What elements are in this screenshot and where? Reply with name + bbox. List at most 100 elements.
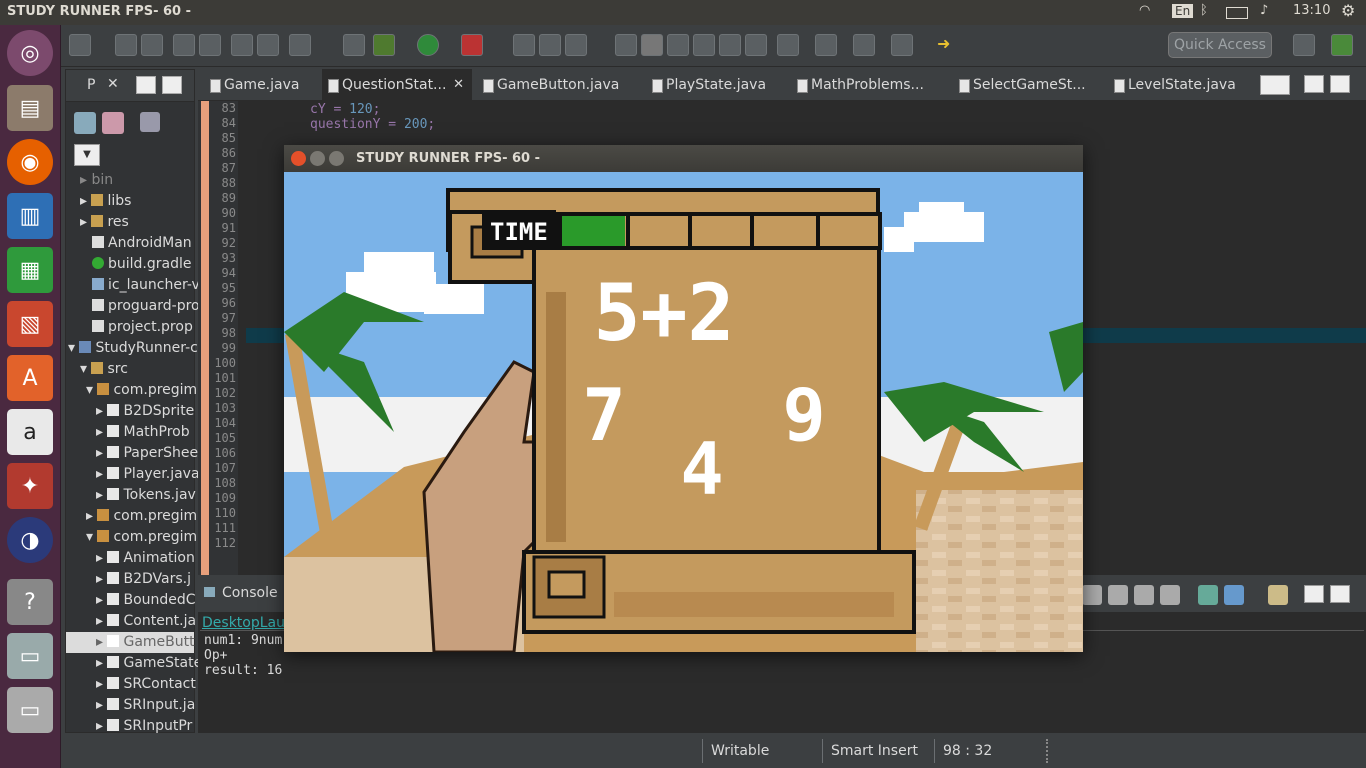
highlight-icon[interactable] — [641, 34, 663, 56]
eclipse-icon[interactable]: ◑ — [7, 517, 53, 563]
open-perspective-icon[interactable] — [1293, 34, 1315, 56]
tree-item[interactable]: ▸ MathProb — [96, 422, 190, 443]
writer-icon[interactable]: ▥ — [7, 193, 53, 239]
debug-icon[interactable] — [373, 34, 395, 56]
next-annotation-icon[interactable] — [777, 34, 799, 56]
game-scene[interactable]: TIME 5+2 7 4 9 — [284, 172, 1083, 652]
help-icon[interactable]: ? — [7, 579, 53, 625]
save-icon[interactable] — [115, 34, 137, 56]
tree-item[interactable]: ▸ com.pregim — [86, 506, 197, 527]
tab-select-game-state[interactable]: SelectGameSt... — [953, 69, 1086, 101]
chevron-down-icon[interactable]: ▼ — [74, 144, 100, 166]
tab-overflow-button[interactable] — [1260, 75, 1290, 95]
package-explorer-tab[interactable]: P — [73, 77, 95, 93]
tree-item[interactable]: ▾ src — [80, 359, 128, 380]
open-type-icon[interactable] — [513, 34, 535, 56]
console-output[interactable]: num1: 9num Op+ result: 16 — [204, 633, 282, 678]
lint-icon[interactable] — [257, 34, 279, 56]
tree-item[interactable]: ▸ B2DSprite — [96, 401, 194, 422]
tree-item[interactable]: project.prop — [92, 317, 193, 338]
gear-icon[interactable]: ⚙ — [1341, 1, 1355, 20]
tab-math-problems[interactable]: MathProblems... — [791, 69, 924, 101]
task-icon[interactable] — [565, 34, 587, 56]
maximize-icon[interactable] — [162, 76, 182, 94]
tree-item[interactable]: ▸ PaperShee — [96, 443, 198, 464]
bluetooth-icon[interactable]: ᛒ — [1200, 3, 1208, 18]
save-all-icon[interactable] — [141, 34, 163, 56]
tree-item[interactable]: proguard-pro — [92, 296, 200, 317]
avd-manager-icon[interactable] — [231, 34, 253, 56]
show-whitespace-icon[interactable] — [745, 34, 767, 56]
tree-item[interactable]: ▸ res — [80, 212, 129, 233]
ubuntu-logo-icon[interactable]: ◎ — [7, 30, 53, 76]
word-wrap-icon[interactable] — [1134, 585, 1154, 605]
clock[interactable]: 13:10 — [1293, 3, 1330, 18]
run-icon[interactable] — [417, 34, 439, 56]
tree-item[interactable]: ▸ Content.ja — [96, 611, 196, 632]
toggle-icon[interactable] — [667, 34, 689, 56]
close-window-icon[interactable] — [291, 151, 306, 166]
tree-item[interactable]: ▸ B2DVars.j — [96, 569, 191, 590]
sdk-manager-icon[interactable] — [199, 34, 221, 56]
files-icon[interactable]: ▤ — [7, 85, 53, 131]
tree-item[interactable]: ▸ BoundedC — [96, 590, 196, 611]
tree-item[interactable]: ▸ libs — [80, 191, 131, 212]
checklist-icon[interactable] — [289, 34, 311, 56]
wifi-icon[interactable]: ◠ — [1139, 3, 1150, 18]
tree-item[interactable]: ic_launcher-v — [92, 275, 200, 296]
maximize-window-icon[interactable] — [329, 151, 344, 166]
link-editor-icon[interactable] — [102, 112, 124, 134]
tree-item[interactable]: ▸ Animation — [96, 548, 195, 569]
scroll-lock-icon[interactable] — [1108, 585, 1128, 605]
software-center-icon[interactable]: A — [7, 355, 53, 401]
tab-game-java[interactable]: Game.java — [204, 69, 299, 101]
last-edit-icon[interactable] — [853, 34, 875, 56]
back-icon[interactable] — [891, 34, 913, 56]
view-menu-icon[interactable] — [140, 112, 160, 132]
close-tab-icon[interactable]: ✕ — [453, 69, 464, 101]
tree-item[interactable]: ▸ SRInput.ja — [96, 695, 195, 716]
tree-item[interactable]: ▸ SRContact — [96, 674, 196, 695]
maximize-icon[interactable] — [1330, 75, 1350, 93]
tree-item[interactable]: ▾ com.pregim — [86, 527, 197, 548]
minimize-window-icon[interactable] — [310, 151, 325, 166]
display-console-icon[interactable] — [1198, 585, 1218, 605]
tab-game-button[interactable]: GameButton.java — [477, 69, 619, 101]
block-icon[interactable] — [719, 34, 741, 56]
tree-item[interactable]: ▸ Player.java — [96, 464, 200, 485]
minimize-icon[interactable] — [1304, 75, 1324, 93]
battery-icon[interactable] — [1226, 7, 1248, 19]
tab-play-state[interactable]: PlayState.java — [646, 69, 766, 101]
tree-item[interactable]: ▸ Tokens.jav — [96, 485, 196, 506]
amazon-icon[interactable]: a — [7, 409, 53, 455]
tree-item[interactable]: ▸ bin — [80, 170, 113, 191]
new-icon[interactable] — [69, 34, 91, 56]
code-line[interactable]: cY = 120; — [310, 102, 380, 117]
firefox-icon[interactable]: ◉ — [7, 139, 53, 185]
tree-item-selected[interactable]: ▸ GameButt — [66, 632, 195, 653]
clear-console-icon[interactable] — [1082, 585, 1102, 605]
settings-icon[interactable]: ✦ — [7, 463, 53, 509]
new-android-project-icon[interactable] — [173, 34, 195, 56]
tree-item[interactable]: ▾ StudyRunner-c — [68, 338, 198, 359]
tab-level-state[interactable]: LevelState.java — [1108, 69, 1236, 101]
maximize-icon[interactable] — [1330, 585, 1350, 603]
prev-annotation-icon[interactable] — [815, 34, 837, 56]
drive-icon[interactable]: ▭ — [7, 633, 53, 679]
close-icon[interactable]: ✕ — [107, 76, 119, 92]
minimize-icon[interactable] — [136, 76, 156, 94]
volume-icon[interactable]: ♪ — [1260, 3, 1268, 18]
android-perspective-icon[interactable] — [1331, 34, 1353, 56]
pin-console-icon[interactable] — [1160, 585, 1180, 605]
tree-item[interactable]: ▸ GameState — [96, 653, 202, 674]
annotation-icon[interactable] — [615, 34, 637, 56]
new-class-icon[interactable] — [343, 34, 365, 56]
code-line[interactable]: questionY = 200; — [310, 117, 435, 132]
keyboard-indicator[interactable]: En — [1172, 4, 1194, 18]
open-console-icon[interactable] — [1224, 585, 1244, 605]
external-tools-icon[interactable] — [461, 34, 483, 56]
tree-item[interactable]: AndroidMan — [92, 233, 192, 254]
open-folder-icon[interactable] — [539, 34, 561, 56]
new-console-icon[interactable] — [1268, 585, 1288, 605]
impress-icon[interactable]: ▧ — [7, 301, 53, 347]
